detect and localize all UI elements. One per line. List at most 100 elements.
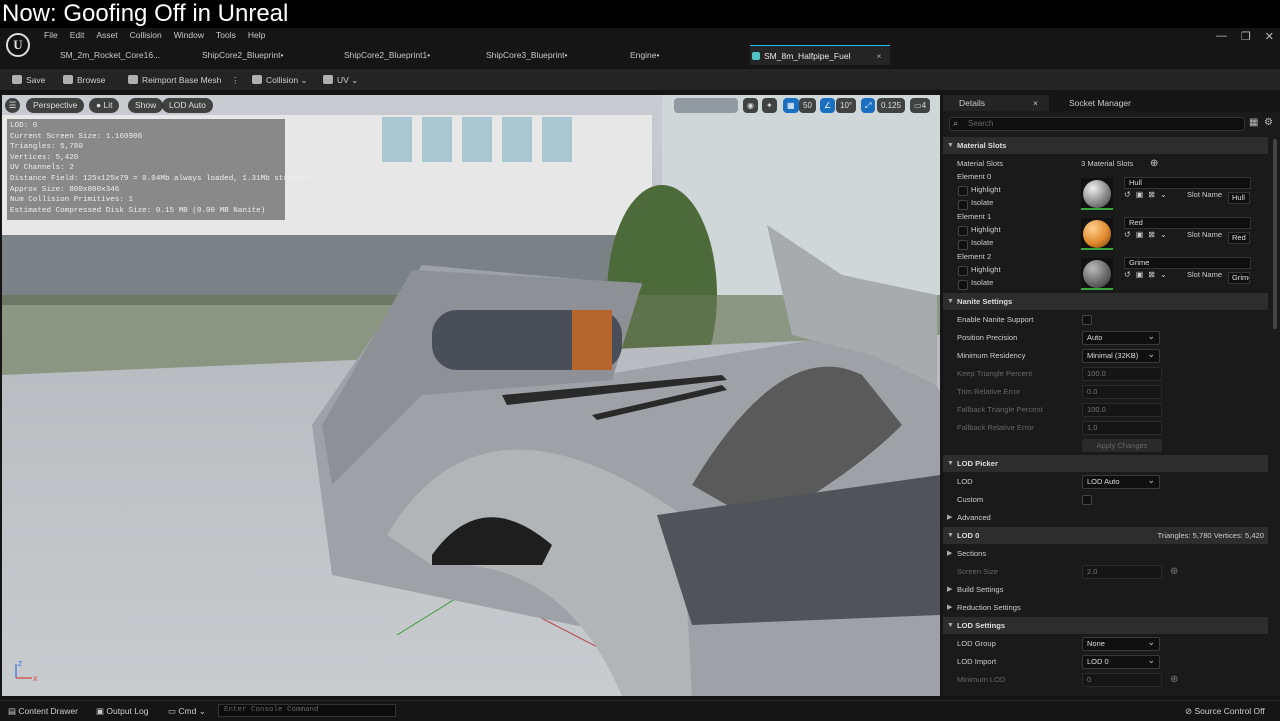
tab-shipcore2-blueprint[interactable]: ShipCore2_Blueprint• <box>188 45 318 65</box>
browse-button[interactable]: Browse <box>63 69 105 91</box>
chevron-down-icon: ▼ <box>947 142 954 149</box>
lod-dropdown[interactable]: LOD Auto <box>1082 474 1160 489</box>
transform-tools[interactable] <box>674 98 738 113</box>
fallback-relative-input[interactable]: 1.0 <box>1082 421 1162 435</box>
tab-details[interactable]: Details × <box>943 95 1049 111</box>
row-position-precision: Position Precision Auto <box>943 329 1268 347</box>
show-button[interactable]: Show <box>128 98 164 113</box>
scale-snap-value[interactable]: 0.125 <box>877 98 906 113</box>
row-minimum-lod: Minimum LOD 0 ⊕ <box>943 671 1268 689</box>
menu-collision[interactable]: Collision <box>124 28 168 42</box>
lod-auto-button[interactable]: LOD Auto <box>162 98 213 113</box>
details-scrollbar[interactable] <box>1273 139 1277 329</box>
reimport-button[interactable]: Reimport Base Mesh <box>128 69 221 91</box>
tab-socket-manager[interactable]: Socket Manager <box>1053 95 1163 111</box>
world-local-icon[interactable]: ◉ <box>743 98 758 113</box>
section-material-slots[interactable]: ▼ Material Slots <box>943 137 1268 154</box>
camera-speed-button[interactable]: ▭4 <box>910 98 931 113</box>
scale-icon: ⤢ <box>865 101 872 110</box>
menu-tools[interactable]: Tools <box>210 28 242 42</box>
material-thumbnail-hull[interactable] <box>1081 178 1113 210</box>
more-options-icon[interactable]: ⋮ <box>231 69 240 91</box>
scale-snap-toggle[interactable]: ⤢ <box>861 98 876 113</box>
screen-size-input[interactable]: 2.0 <box>1082 565 1162 579</box>
maximize-icon[interactable]: ❐ <box>1241 30 1251 43</box>
row-build-settings[interactable]: ▶ Build Settings <box>943 581 1268 599</box>
row-advanced[interactable]: ▶ Advanced <box>943 509 1268 527</box>
menu-help[interactable]: Help <box>242 28 271 42</box>
rotation-snap-value[interactable]: 10° <box>836 98 857 113</box>
minimum-lod-input[interactable]: 0 <box>1082 673 1162 687</box>
add-icon[interactable]: ⊕ <box>1170 563 1178 581</box>
material-actions-icons[interactable]: ↺▣⊠⌄ <box>1124 266 1172 284</box>
menu-window[interactable]: Window <box>168 28 210 42</box>
uv-dropdown[interactable]: UV ⌄ <box>323 69 358 91</box>
keep-triangle-input[interactable]: 100.0 <box>1082 367 1162 381</box>
cmd-dropdown[interactable]: ▭ Cmd ⌄ <box>168 701 206 721</box>
apply-changes-button[interactable]: Apply Changes <box>1082 439 1162 452</box>
material-actions-icons[interactable]: ↺▣⊠⌄ <box>1124 186 1172 204</box>
row-sections[interactable]: ▶ Sections <box>943 545 1268 563</box>
source-control-button[interactable]: ⊘ Source Control Off <box>1185 701 1265 721</box>
content-drawer-button[interactable]: ▤ Content Drawer <box>8 701 78 721</box>
material-thumbnail-red[interactable] <box>1081 218 1113 250</box>
material-thumbnail-grime[interactable] <box>1081 258 1113 290</box>
viewport-menu-icon[interactable]: ☰ <box>5 98 20 113</box>
add-icon[interactable]: ⊕ <box>1170 671 1178 689</box>
collision-dropdown[interactable]: Collision ⌄ <box>252 69 308 91</box>
section-lod-picker[interactable]: ▼ LOD Picker <box>943 455 1268 472</box>
tab-halfpipe-fuel[interactable]: SM_8m_Halfpipe_Fuel × <box>750 45 890 65</box>
slot-name-field[interactable]: Red <box>1228 232 1250 244</box>
material-actions-icons[interactable]: ↺▣⊠⌄ <box>1124 226 1172 244</box>
isolate-checkbox[interactable] <box>958 280 968 290</box>
position-precision-dropdown[interactable]: Auto <box>1082 330 1160 345</box>
menu-edit[interactable]: Edit <box>64 28 91 42</box>
unreal-logo-icon[interactable]: U <box>6 33 30 57</box>
tab-engine[interactable]: Engine• <box>616 45 746 65</box>
trim-relative-input[interactable]: 0.0 <box>1082 385 1162 399</box>
grid-snap-toggle[interactable]: ▦ <box>783 98 799 113</box>
console-command-input[interactable]: Enter Console Command <box>218 704 396 717</box>
slot-name-field[interactable]: Hull <box>1228 192 1250 204</box>
tab-shipcore2-blueprint1[interactable]: ShipCore2_Blueprint1• <box>330 45 460 65</box>
perspective-button[interactable]: Perspective <box>26 98 85 113</box>
blueprint-icon <box>474 51 482 59</box>
row-reduction-settings[interactable]: ▶ Reduction Settings <box>943 599 1268 617</box>
row-enable-nanite: Enable Nanite Support <box>943 311 1268 329</box>
slot-name-field[interactable]: Grime <box>1228 272 1250 284</box>
minimize-icon[interactable]: — <box>1216 30 1227 43</box>
fallback-triangle-input[interactable]: 100.0 <box>1082 403 1162 417</box>
details-search-input[interactable]: Search <box>949 117 1245 131</box>
add-slot-icon[interactable]: ⊕ <box>1150 155 1158 173</box>
tab-shipcore3-blueprint[interactable]: ShipCore3_Blueprint• <box>472 45 602 65</box>
mesh-viewport[interactable]: ☰ Perspective ● Lit Show LOD Auto ◉ ✦ ▦ … <box>2 95 940 696</box>
lod-import-dropdown[interactable]: LOD 0 <box>1082 654 1160 669</box>
grid-snap-value[interactable]: 50 <box>799 98 816 113</box>
highlight-checkbox[interactable] <box>958 266 968 276</box>
rotation-snap-toggle[interactable]: ∠ <box>820 98 836 113</box>
settings-gear-icon[interactable]: ⚙ <box>1264 117 1273 128</box>
minimum-residency-dropdown[interactable]: Minimal (32KB) <box>1082 348 1160 363</box>
close-window-icon[interactable]: ✕ <box>1265 30 1274 43</box>
grid-view-icon[interactable]: ▦ <box>1249 117 1258 128</box>
section-lod-settings[interactable]: ▼ LOD Settings <box>943 617 1268 634</box>
section-lod0[interactable]: ▼ LOD 0 Triangles: 5,780 Vertices: 5,420 <box>943 527 1268 544</box>
custom-checkbox[interactable] <box>1082 495 1092 505</box>
details-close-icon[interactable]: × <box>1033 95 1038 111</box>
highlight-checkbox[interactable] <box>958 226 968 236</box>
chevron-down-icon: ▼ <box>947 622 954 629</box>
lod-group-dropdown[interactable]: None <box>1082 636 1160 651</box>
tab-close-icon[interactable]: × <box>876 51 881 61</box>
tab-rocket-core[interactable]: SM_2m_Rocket_Core16... <box>46 45 196 65</box>
menu-file[interactable]: File <box>38 28 64 42</box>
save-button[interactable]: Save <box>12 69 45 91</box>
row-lod-group: LOD Group None <box>943 635 1268 653</box>
lit-button[interactable]: ● Lit <box>89 98 120 113</box>
section-nanite-settings[interactable]: ▼ Nanite Settings <box>943 293 1268 310</box>
highlight-checkbox[interactable] <box>958 186 968 196</box>
output-log-button[interactable]: ▣ Output Log <box>96 701 148 721</box>
axis-z-label: Z <box>18 661 23 668</box>
surface-snap-icon[interactable]: ✦ <box>762 98 777 113</box>
menu-asset[interactable]: Asset <box>90 28 123 42</box>
enable-nanite-checkbox[interactable] <box>1082 315 1092 325</box>
